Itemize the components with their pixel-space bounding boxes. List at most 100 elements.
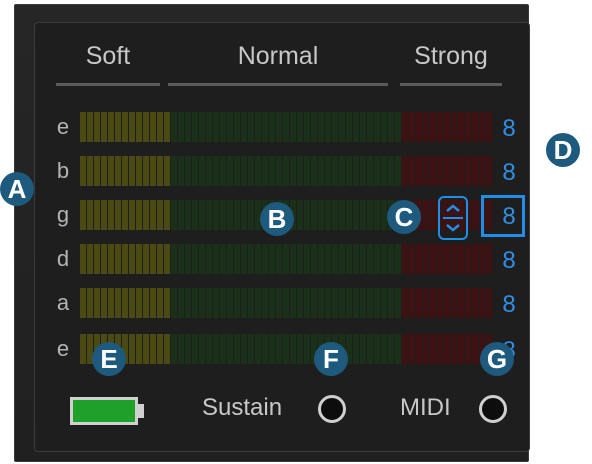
meter-segment [388, 288, 394, 318]
header-soft: Soft [56, 42, 160, 86]
meter-segment [178, 112, 184, 142]
meter-segment [486, 112, 492, 142]
meter-segment [318, 288, 324, 318]
meter-segment [262, 334, 268, 364]
sensitivity-stepper[interactable] [438, 196, 468, 240]
meter-segment [87, 112, 93, 142]
meter-segment [290, 156, 296, 186]
meter-segment [395, 288, 401, 318]
meter-segment [290, 244, 296, 274]
meter-segment [486, 156, 492, 186]
meter-segment [157, 200, 163, 230]
meter-segment [171, 288, 177, 318]
meter-segment [220, 112, 226, 142]
meter-segment [311, 244, 317, 274]
meter-segment [304, 334, 310, 364]
meter-segment [276, 244, 282, 274]
meter-segment [192, 334, 198, 364]
sustain-indicator[interactable] [318, 395, 346, 423]
meter-segment [430, 156, 436, 186]
meter-segment [122, 288, 128, 318]
meter-segment [122, 200, 128, 230]
meter-segment [199, 156, 205, 186]
meter-segment [164, 156, 170, 186]
string-label: e [56, 336, 70, 361]
string-sensitivity-value[interactable]: 8 [497, 246, 521, 276]
string-meter [80, 156, 493, 186]
meter-segment [248, 112, 254, 142]
meter-segment [283, 112, 289, 142]
meter-segment [262, 112, 268, 142]
meter-segment [248, 334, 254, 364]
meter-segment [395, 156, 401, 186]
meter-segment [269, 156, 275, 186]
meter-segment [367, 334, 373, 364]
meter-segment [430, 200, 436, 230]
meter-segment [185, 334, 191, 364]
string-sensitivity-value[interactable]: 8 [497, 158, 521, 188]
string-meter [80, 112, 493, 142]
meter-segment [318, 112, 324, 142]
callout-b: B [260, 202, 294, 236]
meter-segment [451, 334, 457, 364]
meter-segment [423, 156, 429, 186]
meter-segment [276, 156, 282, 186]
meter-segment [213, 156, 219, 186]
meter-segment [255, 288, 261, 318]
meter-segment [339, 244, 345, 274]
meter-segment [136, 156, 142, 186]
meter-segment [80, 334, 86, 364]
midi-indicator[interactable] [479, 395, 507, 423]
meter-segment [332, 156, 338, 186]
header-soft-underline [56, 83, 160, 86]
meter-segment [234, 156, 240, 186]
meter-segment [346, 244, 352, 274]
meter-segment [381, 156, 387, 186]
meter-segment [199, 200, 205, 230]
meter-segment [136, 200, 142, 230]
meter-segment [199, 244, 205, 274]
meter-segment [129, 200, 135, 230]
meter-segment [374, 334, 380, 364]
meter-segment [290, 288, 296, 318]
meter-segment [80, 200, 86, 230]
meter-segment [227, 334, 233, 364]
midi-label: MIDI [400, 394, 451, 421]
meter-segment [122, 156, 128, 186]
meter-segment [199, 112, 205, 142]
meter-segment [444, 244, 450, 274]
meter-segment [101, 288, 107, 318]
meter-segment [353, 112, 359, 142]
meter-segment [304, 112, 310, 142]
string-sensitivity-value[interactable]: 8 [497, 114, 521, 144]
meter-segment [437, 334, 443, 364]
meter-segment [220, 334, 226, 364]
meter-segment [213, 244, 219, 274]
meter-segment [164, 200, 170, 230]
meter-segment [255, 244, 261, 274]
meter-segment [367, 200, 373, 230]
meter-segment [395, 244, 401, 274]
meter-segment [234, 112, 240, 142]
meter-segment [178, 156, 184, 186]
meter-segment [437, 288, 443, 318]
meter-segment [304, 288, 310, 318]
meter-segment [423, 244, 429, 274]
meter-segment [472, 112, 478, 142]
string-label: d [56, 246, 70, 271]
meter-segment [311, 112, 317, 142]
meter-segment [227, 288, 233, 318]
meter-segment [108, 112, 114, 142]
meter-segment [409, 112, 415, 142]
string-sensitivity-value[interactable]: 8 [497, 290, 521, 320]
meter-segment [150, 200, 156, 230]
meter-segment [332, 244, 338, 274]
meter-segment [171, 334, 177, 364]
meter-segment [416, 112, 422, 142]
meter-segment [374, 200, 380, 230]
meter-segment [374, 288, 380, 318]
meter-segment [479, 288, 485, 318]
meter-segment [262, 156, 268, 186]
meter-segment [164, 112, 170, 142]
meter-segment [325, 156, 331, 186]
